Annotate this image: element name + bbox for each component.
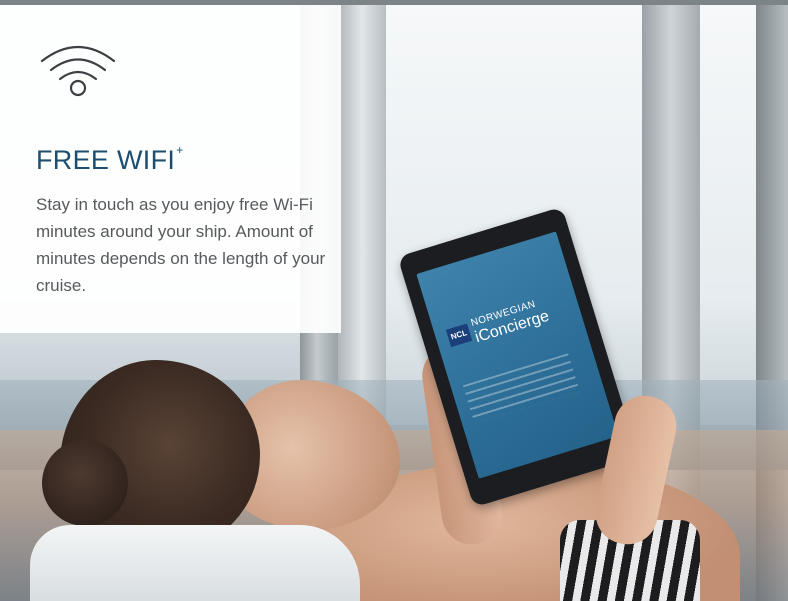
hair-bun — [42, 440, 128, 526]
hero-photo: NCL NORWEGIAN iConcierge FREE WIFI+ Stay… — [0, 0, 788, 601]
ncl-logo: NCL — [445, 323, 473, 348]
feature-description: Stay in touch as you enjoy free Wi-Fi mi… — [36, 195, 326, 295]
towel — [30, 525, 360, 601]
tablet-screen-text — [462, 353, 580, 424]
feature-title: FREE WIFI+ — [36, 143, 184, 175]
wifi-icon — [40, 45, 116, 97]
window-glass — [700, 5, 756, 425]
feature-card: FREE WIFI+ Stay in touch as you enjoy fr… — [0, 5, 341, 333]
footnote-marker: + — [176, 143, 184, 157]
